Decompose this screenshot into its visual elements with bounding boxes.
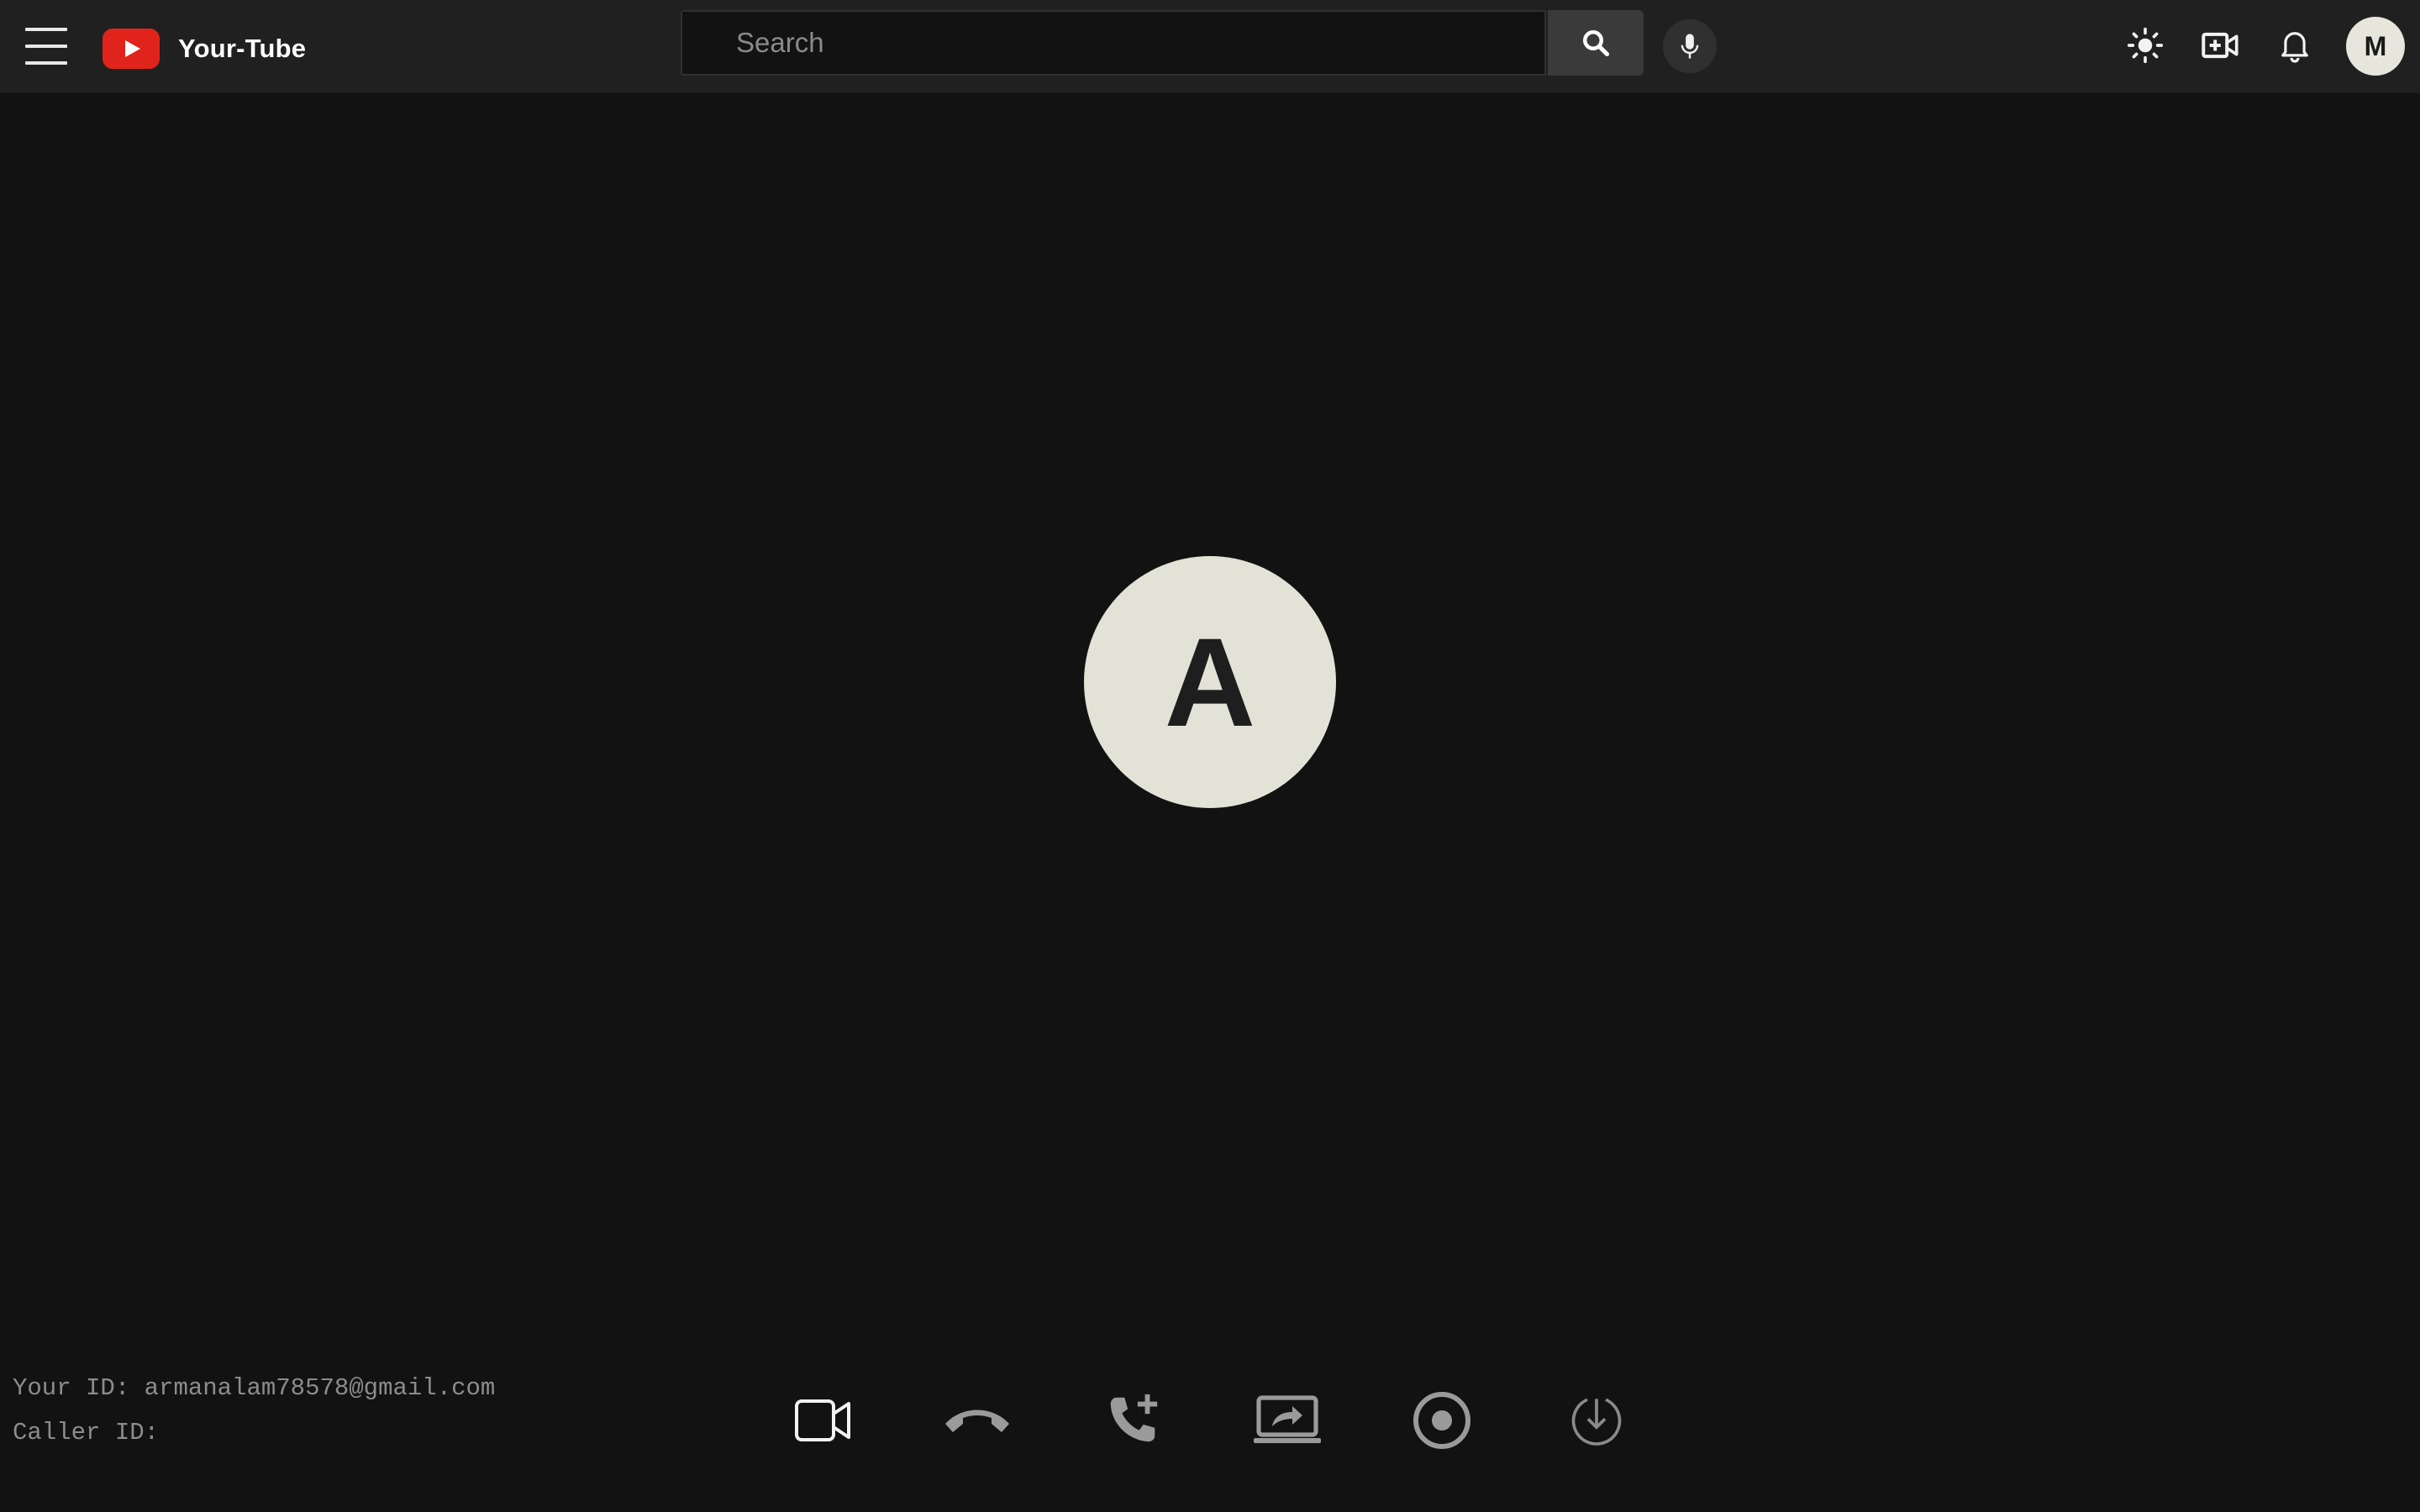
add-call-button[interactable] [1097,1384,1169,1457]
search-box [681,10,1546,76]
download-icon [1571,1398,1622,1446]
theme-toggle-button[interactable] [2120,20,2170,71]
record-button[interactable] [1406,1384,1478,1457]
search-input[interactable] [682,11,1544,75]
caller-id-row: Caller ID: [13,1410,495,1455]
theme-sun-icon [2127,27,2164,64]
app-name: Your-Tube [178,34,307,63]
search-icon [1583,30,1610,57]
caller-id-label: Caller ID: [13,1419,160,1446]
menu-icon[interactable] [25,28,67,65]
toggle-video-button[interactable] [787,1384,860,1457]
app-logo[interactable]: Your-Tube [103,29,306,69]
screen-share-button[interactable] [1250,1384,1324,1457]
voice-search-button[interactable] [1663,19,1717,73]
hang-up-button[interactable] [941,1384,1013,1457]
search-button[interactable] [1548,10,1644,76]
play-logo-icon [103,29,160,69]
download-button[interactable] [1560,1384,1633,1457]
video-camera-icon [795,1399,850,1441]
your-id-row: Your ID: armanalam78578@gmail.com [13,1366,495,1410]
your-id-label: Your ID: [13,1374,130,1402]
your-id-value: armanalam78578@gmail.com [144,1374,496,1402]
notifications-button[interactable] [2270,20,2320,71]
add-call-icon [1110,1394,1158,1442]
create-video-button[interactable] [2195,20,2245,71]
call-ids: Your ID: armanalam78578@gmail.com Caller… [13,1366,495,1455]
top-header: Your-Tube Search M [0,0,2420,93]
user-avatar[interactable]: M [2346,17,2405,76]
record-icon [1413,1392,1470,1449]
bell-icon [2281,32,2308,63]
mic-icon [1681,34,1699,59]
create-video-icon [2202,32,2238,59]
callee-avatar: A [1084,556,1336,808]
screen-share-icon [1254,1395,1321,1443]
hang-up-icon [945,1410,1009,1432]
